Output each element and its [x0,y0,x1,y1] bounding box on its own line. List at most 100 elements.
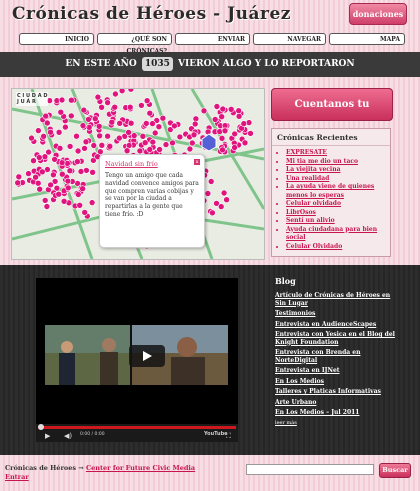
map-pin[interactable] [143,97,151,104]
map-pin[interactable] [136,147,144,155]
map-pin[interactable] [125,129,132,136]
map-pin[interactable] [36,185,44,193]
map-pin[interactable] [104,99,111,106]
blog-link[interactable]: Entrevista con Brenda en NorteDigital [275,349,395,364]
map-pin[interactable] [28,134,35,142]
map-pin[interactable] [85,116,92,123]
recent-cronica-link[interactable]: Celular olvidado [286,200,386,209]
blog-link[interactable]: Entrevista en IJNet [275,367,395,375]
map-pin[interactable] [106,142,114,150]
map-pin[interactable] [43,203,51,210]
map-pin[interactable] [111,103,118,111]
map-pin[interactable] [112,90,119,98]
map-pin[interactable] [77,168,85,175]
map-pin[interactable] [34,179,42,187]
map-pin[interactable] [89,169,96,176]
blog-link[interactable]: Artículo de Crónicas de Héroes en Sin Lu… [275,292,395,307]
map-pin[interactable] [57,108,65,116]
map-pin[interactable] [73,132,80,140]
map-pin[interactable] [96,132,103,140]
map-pin[interactable] [55,128,63,136]
map-pin[interactable] [90,142,98,149]
map-pin[interactable] [67,112,75,120]
map-pin[interactable] [62,123,69,131]
map-pin[interactable] [82,138,90,146]
map-pin[interactable] [189,139,196,147]
map-pin[interactable] [151,129,159,137]
map-pin[interactable] [223,196,230,203]
close-icon[interactable]: x [194,159,200,165]
map-pin[interactable] [74,147,82,155]
map-pin[interactable] [241,139,249,147]
map-pin[interactable] [74,158,81,165]
nav-item-enviar[interactable]: ENVIAR [175,33,250,45]
map-pin[interactable] [35,154,43,161]
recent-cronica-link[interactable]: La viejita vecina [286,166,386,175]
map-pin[interactable] [75,191,82,198]
map-pin[interactable] [55,190,63,198]
map-pin[interactable] [186,145,194,153]
map-pin[interactable] [98,141,106,149]
map-pin[interactable] [149,138,157,146]
recent-cronica-link[interactable]: Ayuda ciudadana para bien social [286,226,386,243]
map-pin[interactable] [204,128,212,136]
map-pin[interactable] [50,171,57,179]
map-pin[interactable] [227,105,235,113]
map-pin[interactable] [81,209,88,216]
login-link[interactable]: Entrar [5,473,29,481]
map-pin[interactable] [218,134,226,142]
map-pin[interactable] [159,114,167,122]
map-pin[interactable] [217,203,225,210]
map-pin[interactable] [204,190,212,197]
blog-link[interactable]: Arte Urbano [275,399,395,407]
map-pin[interactable] [66,167,74,174]
map-pin[interactable] [108,118,116,126]
map-pin[interactable] [207,178,215,185]
map-pin[interactable] [169,139,176,147]
map-pin[interactable] [200,107,208,115]
map-pin[interactable] [95,122,103,130]
map-pin[interactable] [221,127,229,135]
nav-item-navegar[interactable]: NAVEGAR [253,33,326,45]
map-pin[interactable] [116,119,123,127]
map-pin[interactable] [64,184,72,192]
map-pin[interactable] [58,159,66,166]
map-pin[interactable] [56,144,64,152]
map-pin[interactable] [219,105,227,113]
map-pin[interactable] [47,128,54,136]
play-small-icon[interactable]: ▶ [45,432,50,440]
map-pin[interactable] [126,103,134,111]
map-pin[interactable] [116,134,123,142]
blog-link[interactable]: Entrevista en AudienceScapes [275,321,395,329]
map-pin[interactable] [41,153,49,160]
map-pin[interactable] [149,120,156,127]
popup-title[interactable]: Navidad sin frío [105,160,199,168]
youtube-logo[interactable]: YouTube [204,431,228,437]
video-thumbnail[interactable] [45,325,228,385]
map-pin[interactable] [171,122,178,130]
donate-button[interactable]: donaciones [349,3,407,25]
nav-item-inicio[interactable]: INICIO [19,33,94,45]
footer-partner-link[interactable]: Center for Future Civic Media [86,464,195,472]
recent-cronica-link[interactable]: Celular Olvidado [286,243,386,252]
play-icon[interactable] [129,345,165,367]
map-pin[interactable] [66,143,74,150]
map-pin[interactable] [213,103,221,110]
map-pin[interactable] [25,170,32,177]
blog-more-link[interactable]: leer más [275,420,395,428]
map-pin[interactable] [79,122,87,129]
map-pin[interactable] [58,96,66,104]
recent-cronica-link[interactable]: EXPRESATE [286,149,386,158]
map-pin[interactable] [30,157,37,164]
blog-link[interactable]: Talleres y Platicas Informativas [275,388,395,396]
recent-cronica-link[interactable]: Mi tia me dio un taco [286,158,386,167]
map-pin[interactable] [88,199,96,206]
map-pin[interactable] [35,127,42,134]
map-pin[interactable] [14,179,21,187]
recent-cronica-link[interactable]: Una realidad [286,175,386,184]
nav-item-que-son[interactable]: ¿QUÉ SON CRÓNICAS? [97,33,172,55]
map-pin[interactable] [127,119,135,127]
map-pin[interactable] [141,139,149,147]
map-pin[interactable] [240,120,248,127]
map-pin[interactable] [42,112,50,120]
